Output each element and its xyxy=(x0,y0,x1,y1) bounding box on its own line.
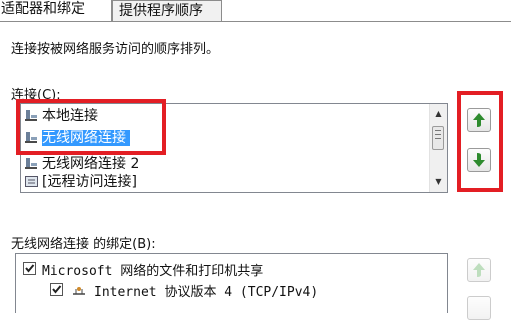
tab-adapters-bindings[interactable]: 适配器和绑定 xyxy=(0,0,112,21)
binding-label: Internet 协议版本 4 (TCP/IPv4) xyxy=(94,285,319,300)
network-adapter-icon xyxy=(25,157,39,170)
move-up-button[interactable] xyxy=(467,108,491,132)
connection-label: [远程访问连接] xyxy=(42,174,137,190)
connection-label: 无线网络连接 xyxy=(42,130,130,146)
binding-move-down-button[interactable] xyxy=(467,296,491,320)
binding-move-up-button[interactable] xyxy=(467,258,491,282)
binding-checkbox[interactable] xyxy=(50,283,63,296)
connections-scrollbar[interactable]: ▲ ▼ xyxy=(429,104,447,192)
network-adapter-icon xyxy=(25,131,39,144)
remote-access-icon xyxy=(25,175,39,188)
tab-divider xyxy=(0,21,511,22)
connections-label: 连接(C): xyxy=(11,88,61,103)
bindings-label: 无线网络连接 的绑定(B): xyxy=(11,237,156,252)
list-item[interactable]: 无线网络连接 2 xyxy=(25,155,139,173)
connections-listbox[interactable]: 本地连接 无线网络连接 无线网络连接 2 [远程访问连接] ▲ ▼ xyxy=(20,103,448,193)
binding-checkbox[interactable] xyxy=(23,262,36,275)
list-item[interactable]: [远程访问连接] xyxy=(25,173,137,191)
protocol-icon xyxy=(72,285,86,300)
move-down-button[interactable] xyxy=(467,148,491,172)
connection-label: 本地连接 xyxy=(42,108,98,124)
scroll-down-icon[interactable]: ▼ xyxy=(431,174,446,190)
network-adapter-icon xyxy=(25,109,39,122)
green-up-arrow-icon xyxy=(473,263,485,277)
list-item-selected[interactable]: 无线网络连接 xyxy=(25,129,130,147)
bindings-listbox[interactable]: Microsoft 网络的文件和打印机共享 Internet 协议版本 4 (T… xyxy=(15,253,448,313)
list-item[interactable]: 本地连接 xyxy=(25,107,98,125)
scroll-up-icon[interactable]: ▲ xyxy=(431,106,446,122)
tab-provider-order[interactable]: 提供程序顺序 xyxy=(112,0,222,21)
green-up-arrow-icon xyxy=(473,113,485,127)
highlight-box-buttons xyxy=(457,91,503,192)
instruction-text: 连接按被网络服务访问的顺序排列。 xyxy=(11,42,220,57)
green-down-arrow-icon xyxy=(473,153,485,167)
connection-label: 无线网络连接 2 xyxy=(42,156,140,172)
scroll-thumb[interactable] xyxy=(432,126,444,150)
binding-label: Microsoft 网络的文件和打印机共享 xyxy=(42,264,264,279)
